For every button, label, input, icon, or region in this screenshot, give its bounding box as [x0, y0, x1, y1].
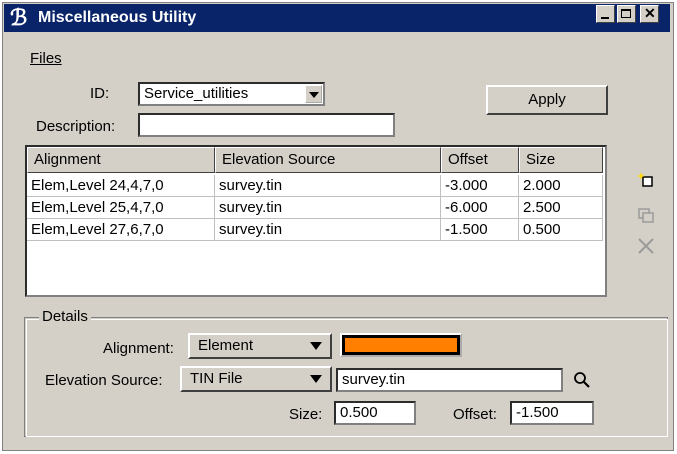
menu-bar: Files: [30, 50, 62, 67]
elevation-source-label: Elevation Source:: [45, 372, 163, 389]
elevation-source-dropdown[interactable]: TIN File: [180, 366, 332, 392]
size-input[interactable]: 0.500: [334, 401, 416, 425]
window-title: Miscellaneous Utility: [38, 9, 197, 26]
cell-alignment: Elem,Level 25,4,7,0: [27, 197, 215, 219]
alignment-dropdown[interactable]: Element: [188, 333, 332, 359]
cell-alignment: Elem,Level 24,4,7,0: [27, 175, 215, 197]
cell-offset: -1.500: [441, 219, 519, 241]
cell-size: 0.500: [519, 219, 603, 241]
table-header: Alignment Elevation Source Offset Size: [27, 147, 605, 173]
id-combo[interactable]: Service_utilities: [138, 82, 325, 106]
details-legend: Details: [39, 308, 91, 325]
add-row-icon[interactable]: [636, 170, 656, 190]
apply-button[interactable]: Apply: [486, 85, 608, 115]
cell-offset: -3.000: [441, 175, 519, 197]
cell-elevation-source: survey.tin: [215, 219, 441, 241]
title-bar[interactable]: ℬ Miscellaneous Utility: [4, 4, 670, 32]
description-label: Description:: [36, 118, 116, 135]
cell-offset: -6.000: [441, 197, 519, 219]
offset-input[interactable]: -1.500: [510, 401, 594, 425]
browse-icon[interactable]: [572, 370, 592, 390]
header-alignment[interactable]: Alignment: [27, 147, 215, 173]
table-row[interactable]: Elem,Level 27,6,7,0 survey.tin -1.500 0.…: [27, 219, 603, 241]
maximize-button[interactable]: [617, 5, 636, 23]
cell-elevation-source: survey.tin: [215, 175, 441, 197]
delete-row-icon[interactable]: [636, 236, 656, 256]
menu-files[interactable]: Files: [30, 50, 62, 67]
elevation-source-value: TIN File: [190, 370, 243, 387]
header-elevation-source[interactable]: Elevation Source: [215, 147, 441, 173]
alignment-label: Alignment:: [103, 340, 174, 357]
tin-file-input[interactable]: survey.tin: [336, 368, 563, 392]
alignment-value: Element: [198, 337, 254, 354]
header-offset[interactable]: Offset: [441, 147, 519, 173]
id-label: ID:: [90, 85, 110, 102]
cell-alignment: Elem,Level 27,6,7,0: [27, 219, 215, 241]
app-logo-icon: ℬ: [10, 5, 28, 30]
offset-label: Offset:: [453, 406, 497, 423]
minimize-button[interactable]: [596, 5, 615, 23]
table-row[interactable]: Elem,Level 24,4,7,0 survey.tin -3.000 2.…: [27, 175, 603, 197]
color-fill: [345, 338, 457, 352]
description-input[interactable]: [138, 113, 395, 137]
chevron-down-icon: [310, 342, 322, 350]
cell-elevation-source: survey.tin: [215, 197, 441, 219]
cell-size: 2.000: [519, 175, 603, 197]
copy-row-icon[interactable]: [636, 206, 656, 226]
alignment-color-swatch[interactable]: [340, 333, 462, 357]
header-size[interactable]: Size: [519, 147, 603, 173]
utility-table: Alignment Elevation Source Offset Size E…: [25, 145, 607, 297]
id-value: Service_utilities: [144, 85, 249, 102]
size-label: Size:: [289, 406, 323, 423]
chevron-down-icon: [310, 375, 322, 383]
chevron-down-icon[interactable]: [305, 85, 322, 103]
cell-size: 2.500: [519, 197, 603, 219]
close-button[interactable]: [640, 5, 659, 23]
table-row[interactable]: Elem,Level 25,4,7,0 survey.tin -6.000 2.…: [27, 197, 603, 219]
